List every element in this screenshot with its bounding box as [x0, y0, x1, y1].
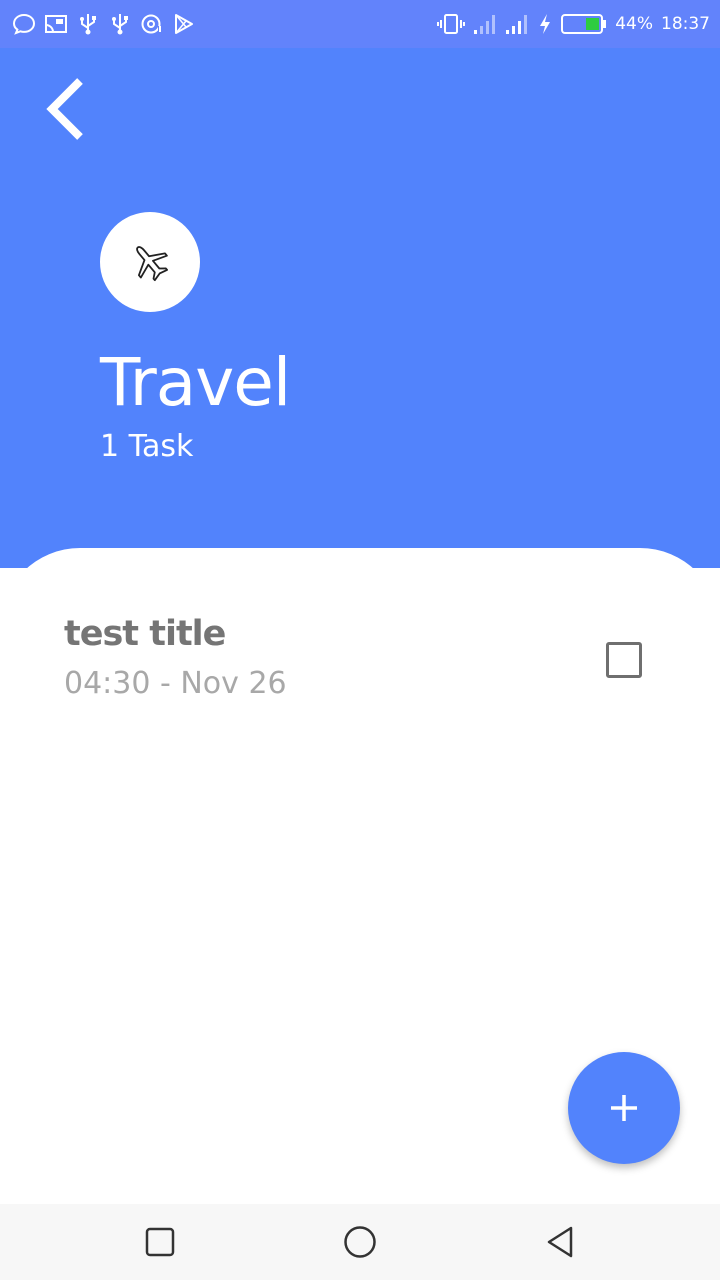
battery-percentage: 44%	[615, 14, 653, 34]
airplane-icon	[136, 246, 168, 282]
plus-icon	[611, 1095, 637, 1121]
status-system-icons: 44% 18:37	[437, 11, 710, 37]
category-header: Travel 1 Task	[0, 48, 720, 568]
vibrate-icon	[437, 14, 466, 34]
system-navigation-bar	[0, 1204, 720, 1280]
category-title: Travel	[100, 344, 291, 421]
back-button[interactable]	[36, 74, 92, 144]
charging-icon	[540, 14, 551, 34]
task-list-item[interactable]: test title 04:30 - Nov 26	[0, 608, 720, 708]
signal-icon	[506, 15, 528, 34]
cast-icon	[45, 15, 67, 33]
recent-apps-icon	[145, 1227, 175, 1257]
home-button[interactable]	[340, 1222, 380, 1262]
task-time: 04:30 - Nov 26	[64, 666, 287, 701]
usb-icon	[80, 14, 96, 35]
back-nav-button[interactable]	[540, 1222, 580, 1262]
back-icon	[547, 1226, 573, 1258]
recent-apps-button[interactable]	[140, 1222, 180, 1262]
task-title: test title	[64, 614, 226, 654]
play-store-icon	[175, 14, 193, 34]
usb-icon	[112, 14, 128, 35]
status-notification-icons	[12, 12, 196, 36]
clock: 18:37	[661, 14, 710, 34]
task-count: 1 Task	[100, 429, 194, 464]
battery-level-fill	[586, 18, 600, 30]
home-icon	[344, 1226, 376, 1258]
message-icon	[12, 13, 36, 35]
add-task-button[interactable]	[568, 1052, 680, 1164]
task-checkbox[interactable]	[606, 642, 642, 678]
sync-icon	[141, 14, 163, 34]
chevron-left-icon	[46, 78, 83, 140]
status-bar: 44% 18:37	[0, 0, 720, 48]
battery-icon	[561, 14, 607, 34]
category-icon-container	[100, 212, 200, 312]
signal-icon	[474, 15, 496, 34]
